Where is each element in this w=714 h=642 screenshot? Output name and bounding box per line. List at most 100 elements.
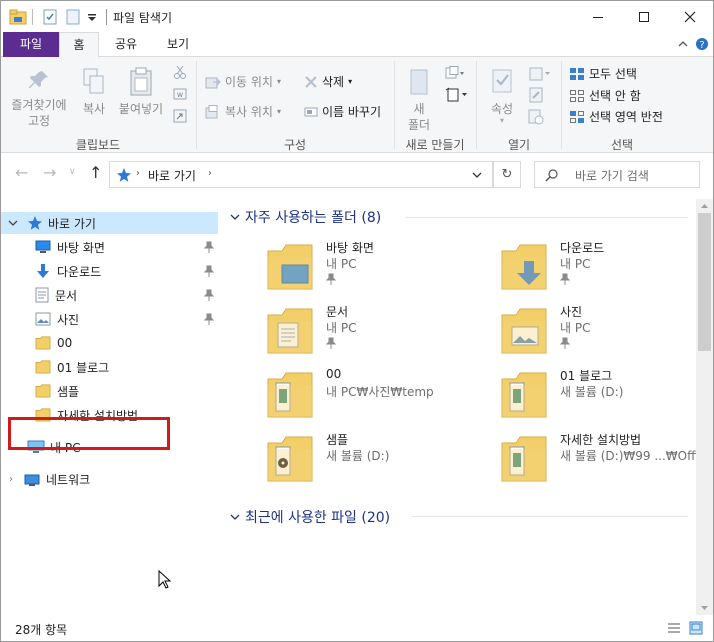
- delete-button[interactable]: 삭제 ▾: [304, 73, 352, 90]
- scroll-up-icon[interactable]: [700, 203, 709, 209]
- new-folder-button[interactable]: 새 폴더: [399, 67, 439, 133]
- delete-label: 삭제: [322, 75, 345, 89]
- minimize-button[interactable]: [575, 1, 621, 32]
- content-scrollbar[interactable]: [696, 199, 713, 615]
- folder-icon: [501, 436, 547, 482]
- copy-to-icon: [205, 104, 218, 118]
- folder-tile[interactable]: 자세한 설치방법 새 볼륨 (D:)₩99 ...₩Office: [492, 429, 713, 491]
- ribbon: 즐겨찾기에 고정 복사 붙여넣기 W 클립보드 이동 위치 ▾ 복사 위치 ▾ 삭제…: [1, 57, 713, 153]
- open-icon[interactable]: [528, 66, 552, 82]
- recent-locations-button[interactable]: ∨: [69, 167, 76, 177]
- organize-group-label: 구성: [283, 138, 307, 152]
- nav-item[interactable]: 샘플: [1, 380, 218, 402]
- refresh-button[interactable]: ↻: [493, 161, 521, 188]
- chevron-down-icon: [230, 514, 240, 520]
- pin-to-quick-access-button[interactable]: 즐겨찾기에 고정: [7, 69, 71, 129]
- download-icon: [37, 264, 49, 278]
- maximize-icon: [639, 11, 649, 22]
- close-button[interactable]: [667, 1, 713, 32]
- invert-selection-label: 선택 영역 반전: [589, 110, 663, 124]
- easy-access-icon[interactable]: [445, 87, 469, 103]
- pin-icon: [560, 337, 570, 349]
- address-bar[interactable]: › 바로 가기 ›: [109, 161, 493, 188]
- scroll-thumb[interactable]: [698, 213, 711, 351]
- scroll-down-icon[interactable]: [700, 605, 709, 611]
- open-group-label: 열기: [507, 138, 531, 152]
- minimize-icon: [593, 16, 603, 18]
- customize-toolbar-icon[interactable]: [87, 14, 97, 30]
- tab-file[interactable]: 파일: [3, 32, 59, 57]
- file-explorer-window: 파일 탐색기 파일 홈 공유 보기 ? 즐겨찾기에 고정 복사 붙여넣기 W 클…: [0, 0, 714, 642]
- nav-item-label: 문서: [55, 288, 78, 303]
- select-all-button[interactable]: 모두 선택: [569, 65, 637, 82]
- folder-name: 바탕 화면: [326, 241, 374, 255]
- new-folder-icon: [410, 69, 428, 95]
- up-button[interactable]: ↑: [89, 163, 102, 182]
- maximize-button[interactable]: [621, 1, 667, 32]
- rename-label: 이름 바꾸기: [322, 105, 382, 119]
- paste-shortcut-icon[interactable]: [173, 109, 187, 123]
- ribbon-tab-bar: 파일 홈 공유 보기 ?: [1, 32, 713, 58]
- copy-to-button[interactable]: 복사 위치 ▾: [205, 103, 281, 120]
- folder-icon: [501, 372, 547, 418]
- nav-item[interactable]: 00: [1, 332, 218, 354]
- select-none-button[interactable]: 선택 안 함: [569, 87, 641, 104]
- delete-icon: [305, 75, 317, 88]
- invert-selection-button[interactable]: 선택 영역 반전: [569, 108, 663, 125]
- edit-icon[interactable]: [528, 87, 544, 103]
- properties-icon[interactable]: [43, 9, 58, 25]
- folder-tile[interactable]: 문서 내 PC: [258, 301, 488, 363]
- tab-view[interactable]: 보기: [152, 32, 204, 57]
- folder-icon: [35, 384, 51, 398]
- status-bar: 28개 항목: [1, 615, 713, 641]
- tab-share[interactable]: 공유: [104, 32, 148, 57]
- paste-button[interactable]: 붙여넣기: [115, 67, 167, 117]
- details-view-icon[interactable]: [667, 622, 681, 634]
- collapse-ribbon-icon[interactable]: [678, 40, 688, 48]
- copy-path-icon[interactable]: W: [173, 88, 187, 100]
- move-to-button[interactable]: 이동 위치 ▾: [205, 73, 281, 90]
- rename-button[interactable]: 이름 바꾸기: [304, 103, 381, 120]
- history-icon[interactable]: [528, 109, 544, 125]
- forward-button[interactable]: →: [43, 163, 56, 182]
- folder-icon: [267, 244, 313, 290]
- desktop-icon: [35, 240, 51, 253]
- new-item-icon[interactable]: [445, 66, 465, 80]
- folder-tile[interactable]: 사진 내 PC: [492, 301, 713, 363]
- recent-files-header[interactable]: 최근에 사용한 파일 (20): [230, 507, 390, 527]
- tab-home[interactable]: 홈: [59, 32, 99, 58]
- cut-icon[interactable]: [173, 65, 187, 79]
- chevron-down-icon[interactable]: [472, 172, 482, 179]
- copy-button[interactable]: 복사: [77, 67, 111, 117]
- folder-name: 00: [326, 367, 342, 381]
- folder-name: 다운로드: [560, 241, 605, 255]
- network-icon: [24, 474, 40, 486]
- search-box[interactable]: 바로 가기 검색: [534, 161, 700, 188]
- breadcrumb-quick-access[interactable]: 바로 가기: [148, 167, 196, 184]
- refresh-icon: ↻: [501, 167, 513, 182]
- folder-tile[interactable]: 샘플 새 볼륨 (D:): [258, 429, 488, 491]
- folder-tile[interactable]: 00 내 PC₩사진₩temp: [258, 365, 488, 427]
- folder-tile[interactable]: 01 블로그 새 볼륨 (D:): [492, 365, 713, 427]
- nav-item[interactable]: 문서: [1, 284, 218, 306]
- nav-item[interactable]: 다운로드: [1, 260, 218, 282]
- folder-tile[interactable]: 바탕 화면 내 PC: [258, 237, 488, 299]
- nav-item[interactable]: 사진: [1, 308, 218, 330]
- nav-item[interactable]: 바탕 화면: [1, 236, 218, 258]
- large-icons-view-icon[interactable]: [689, 621, 703, 635]
- nav-item-label: 00: [57, 336, 73, 350]
- help-icon[interactable]: ?: [695, 37, 709, 51]
- properties-label: 속성: [490, 102, 514, 116]
- chevron-right-icon: ›: [9, 473, 13, 485]
- nav-item[interactable]: 01 블로그: [1, 356, 218, 378]
- document-icon: [35, 287, 49, 303]
- new-folder-quick-icon[interactable]: [66, 9, 80, 25]
- frequent-folders-header[interactable]: 자주 사용하는 폴더 (8): [230, 207, 381, 227]
- back-button[interactable]: ←: [15, 163, 28, 182]
- search-icon: [545, 169, 558, 182]
- nav-network[interactable]: › 네트워크: [1, 468, 218, 490]
- nav-quick-access[interactable]: 바로 가기: [1, 212, 218, 234]
- properties-button[interactable]: 속성 ▾: [483, 67, 521, 125]
- folder-tile[interactable]: 다운로드 내 PC: [492, 237, 713, 299]
- svg-text:W: W: [177, 92, 183, 99]
